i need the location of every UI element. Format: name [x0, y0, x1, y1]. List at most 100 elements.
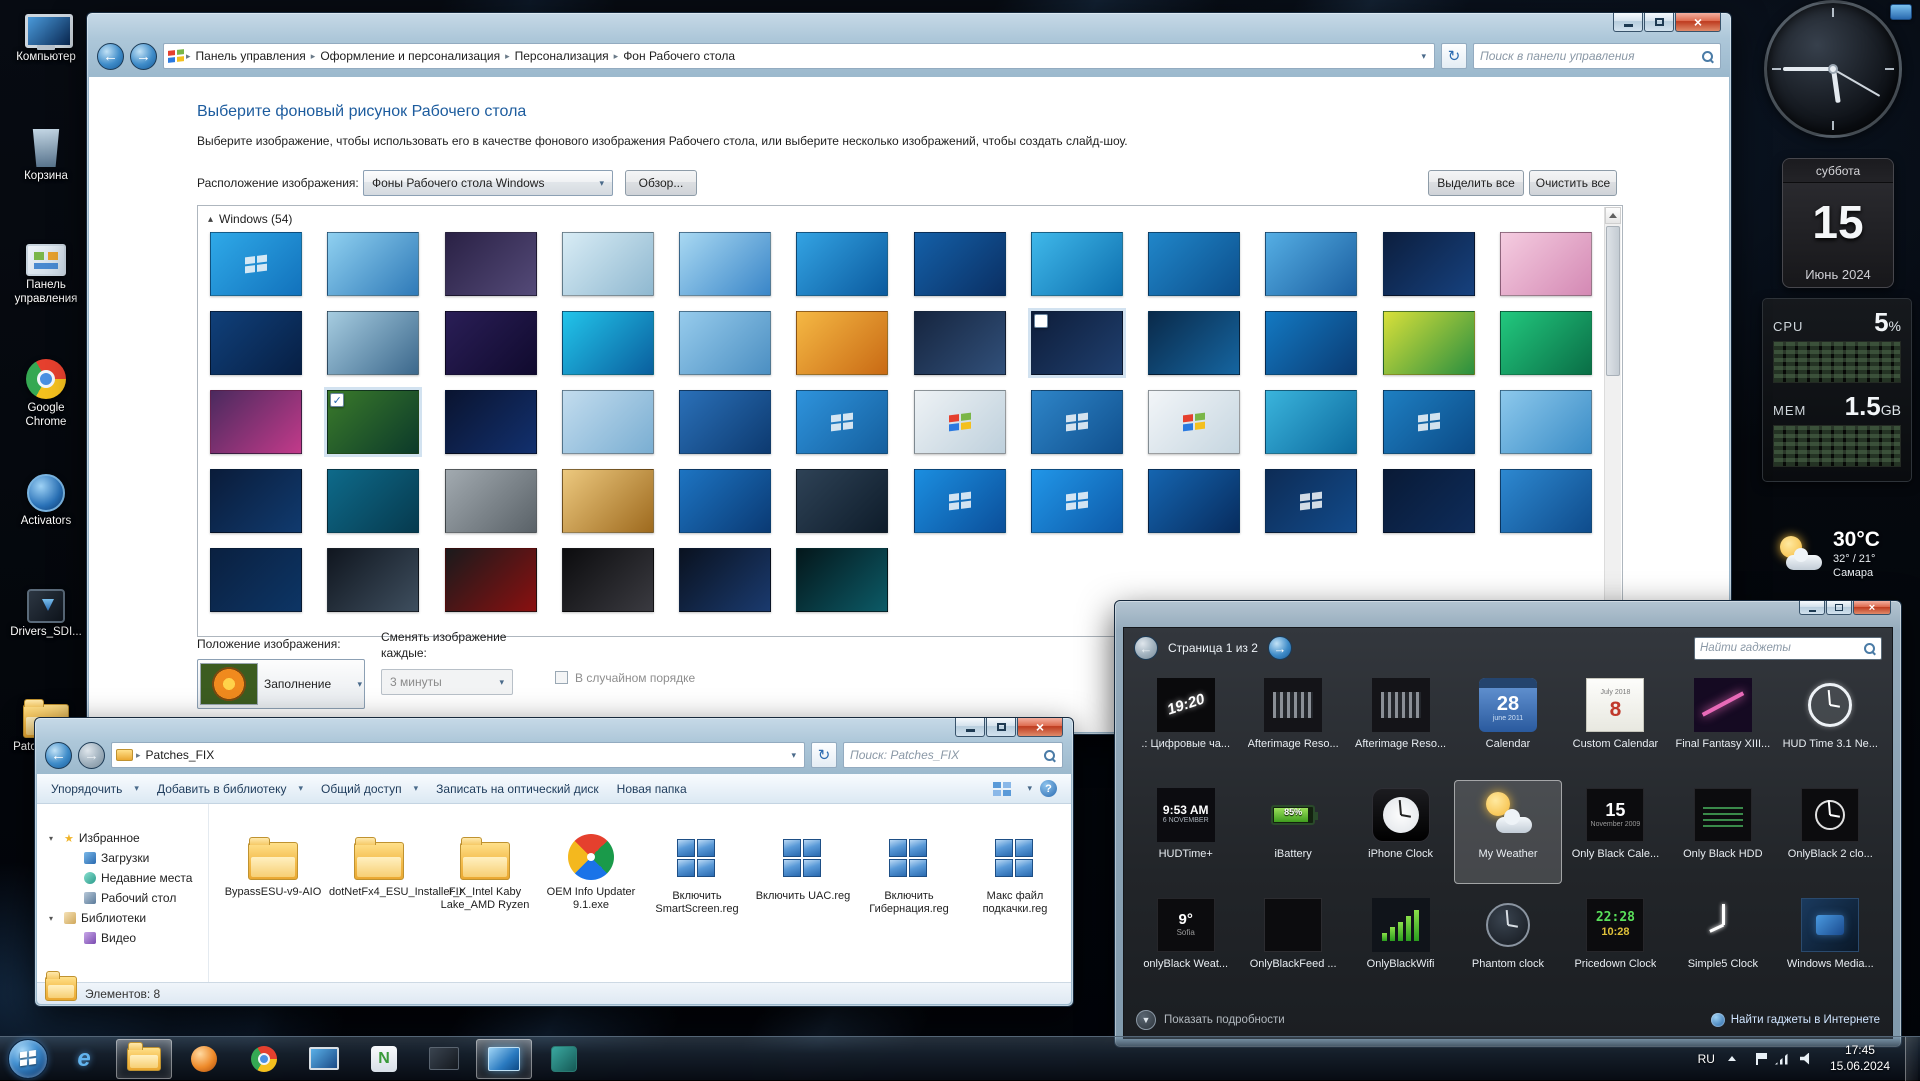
wallpaper-thumbnail[interactable] — [1031, 311, 1123, 375]
taskbar-button-app-window[interactable] — [416, 1039, 472, 1079]
taskbar-button-windows-explorer[interactable] — [116, 1039, 172, 1079]
nav-item-video[interactable]: Видео — [37, 928, 208, 948]
desktop-icon-computer[interactable]: Компьютер — [4, 14, 88, 65]
maximize-button[interactable] — [1826, 601, 1852, 615]
taskbar-button-internet-explorer[interactable]: e — [56, 1039, 112, 1079]
wallpaper-thumbnail[interactable] — [210, 469, 302, 533]
forward-button[interactable]: → — [78, 742, 105, 769]
wallpaper-thumbnail[interactable] — [445, 548, 537, 612]
start-button[interactable] — [8, 1039, 48, 1079]
gadget-item[interactable]: 85%iBattery — [1239, 780, 1346, 884]
nav-item-libraries[interactable]: ▾Библиотеки — [37, 908, 208, 928]
gadget-item[interactable]: OnlyBlackFeed ... — [1239, 890, 1346, 994]
taskbar-button-aimp-player[interactable] — [176, 1039, 232, 1079]
toolbar-button[interactable]: Записать на оптический диск — [436, 782, 599, 796]
gadget-item[interactable]: 9°SofiaonlyBlack Weat... — [1132, 890, 1239, 994]
shuffle-checkbox[interactable] — [555, 671, 568, 684]
gadget-search-box[interactable] — [1694, 637, 1882, 660]
file-item[interactable]: Включить Гибернация.reg — [857, 834, 961, 916]
wallpaper-thumbnail[interactable] — [1383, 390, 1475, 454]
corner-gadget-icon[interactable] — [1890, 4, 1912, 20]
wallpaper-thumbnail[interactable] — [1383, 469, 1475, 533]
find-gadgets-online-link[interactable]: Найти гаджеты в Интернете — [1711, 1013, 1880, 1027]
scroll-up-icon[interactable] — [1605, 207, 1621, 224]
toolbar-button[interactable]: Упорядочить▾ — [51, 782, 139, 796]
wallpaper-thumbnail[interactable] — [562, 469, 654, 533]
gadget-item[interactable]: Only Black HDD — [1669, 780, 1776, 884]
wallpaper-thumbnail[interactable] — [796, 469, 888, 533]
close-button[interactable]: × — [1675, 13, 1721, 32]
taskbar-button-personalization[interactable] — [476, 1039, 532, 1079]
back-button[interactable]: ← — [45, 742, 72, 769]
nav-item-recent[interactable]: Недавние места — [37, 868, 208, 888]
wallpaper-thumbnail[interactable] — [914, 232, 1006, 296]
collapse-icon[interactable]: ▴ — [208, 214, 213, 225]
breadcrumb-item[interactable]: Панель управления — [191, 49, 311, 63]
control-panel-search-box[interactable] — [1473, 43, 1721, 69]
file-item[interactable]: BypassESU-v9-AIO — [221, 834, 325, 916]
clear-all-button[interactable]: Очистить все — [1529, 170, 1617, 196]
search-icon[interactable] — [1043, 749, 1056, 762]
wallpaper-thumbnail[interactable] — [679, 232, 771, 296]
file-item[interactable]: Включить SmartScreen.reg — [645, 834, 749, 916]
location-select[interactable]: Фоны Рабочего стола Windows▾ — [363, 170, 613, 196]
wallpaper-thumbnail[interactable] — [445, 311, 537, 375]
gadget-item[interactable]: 19:20.: Цифровые ча... — [1132, 670, 1239, 774]
gadget-item[interactable]: 22:2810:28Pricedown Clock — [1562, 890, 1669, 994]
search-icon[interactable] — [1863, 642, 1876, 655]
taskbar-button-display-app[interactable] — [296, 1039, 352, 1079]
browse-button[interactable]: Обзор... — [625, 170, 697, 196]
action-center-icon[interactable] — [1749, 1051, 1765, 1067]
gadget-item[interactable]: HUD Time 3.1 Ne... — [1777, 670, 1884, 774]
gadget-item[interactable]: Afterimage Reso... — [1347, 670, 1454, 774]
wallpaper-thumbnail[interactable] — [796, 548, 888, 612]
expander-icon[interactable]: ▾ — [49, 914, 59, 923]
search-input[interactable] — [1700, 642, 1863, 654]
gadget-item[interactable]: Phantom clock — [1454, 890, 1561, 994]
wallpaper-thumbnail[interactable] — [445, 390, 537, 454]
search-input[interactable] — [1480, 49, 1701, 63]
forward-button[interactable]: → — [130, 43, 157, 70]
wallpaper-thumbnail[interactable] — [1500, 469, 1592, 533]
help-icon[interactable]: ? — [1040, 780, 1057, 797]
close-button[interactable]: × — [1017, 718, 1063, 737]
show-hidden-icons-button[interactable] — [1724, 1051, 1740, 1067]
wallpaper-thumbnail[interactable] — [914, 469, 1006, 533]
address-dropdown-icon[interactable]: ▾ — [1417, 51, 1430, 62]
wallpaper-thumbnail[interactable] — [679, 548, 771, 612]
gadget-item[interactable]: 28june 2011Calendar — [1454, 670, 1561, 774]
wallpaper-thumbnail[interactable] — [796, 232, 888, 296]
maximize-button[interactable] — [986, 718, 1016, 737]
nav-item-desktop[interactable]: Рабочий стол — [37, 888, 208, 908]
wallpaper-thumbnail[interactable] — [679, 311, 771, 375]
wallpaper-thumbnail[interactable] — [1031, 390, 1123, 454]
nav-item-downloads[interactable]: Загрузки — [37, 848, 208, 868]
gadget-item[interactable]: July 20188Custom Calendar — [1562, 670, 1669, 774]
scrollbar-thumb[interactable] — [1606, 226, 1620, 376]
wallpaper-thumbnail[interactable] — [1148, 311, 1240, 375]
toolbar-button[interactable]: Добавить в библиотеку▾ — [157, 782, 303, 796]
file-item[interactable]: OEM Info Updater 9.1.exe — [539, 834, 643, 916]
thumbnail-checkbox[interactable] — [1034, 314, 1048, 328]
wallpaper-thumbnail[interactable] — [1383, 232, 1475, 296]
wallpaper-thumbnail[interactable] — [796, 390, 888, 454]
wallpaper-thumbnail[interactable] — [445, 469, 537, 533]
wallpaper-thumbnail[interactable] — [327, 311, 419, 375]
wallpaper-thumbnail[interactable] — [1500, 311, 1592, 375]
wallpaper-thumbnail[interactable] — [1148, 469, 1240, 533]
wallpaper-thumbnail[interactable] — [1383, 311, 1475, 375]
taskbar-button-gadgets-app[interactable] — [536, 1039, 592, 1079]
breadcrumb-item[interactable]: Оформление и персонализация — [315, 49, 505, 63]
wallpaper-thumbnail[interactable] — [914, 390, 1006, 454]
breadcrumb-item[interactable]: Фон Рабочего стола — [618, 49, 740, 63]
wallpaper-thumbnail[interactable] — [914, 311, 1006, 375]
wallpaper-thumbnail[interactable] — [327, 548, 419, 612]
file-item[interactable]: FIX_Intel Kaby Lake_AMD Ryzen — [433, 834, 537, 916]
wallpaper-thumbnail[interactable] — [1265, 469, 1357, 533]
wallpaper-thumbnail[interactable] — [1031, 232, 1123, 296]
system-meter-gadget[interactable]: CPU 5% MEM 1.5GB — [1762, 298, 1912, 482]
wallpaper-thumbnail[interactable] — [1148, 232, 1240, 296]
gadget-item[interactable]: iPhone Clock — [1347, 780, 1454, 884]
previous-page-button[interactable]: ← — [1134, 636, 1158, 660]
maximize-button[interactable] — [1644, 13, 1674, 32]
